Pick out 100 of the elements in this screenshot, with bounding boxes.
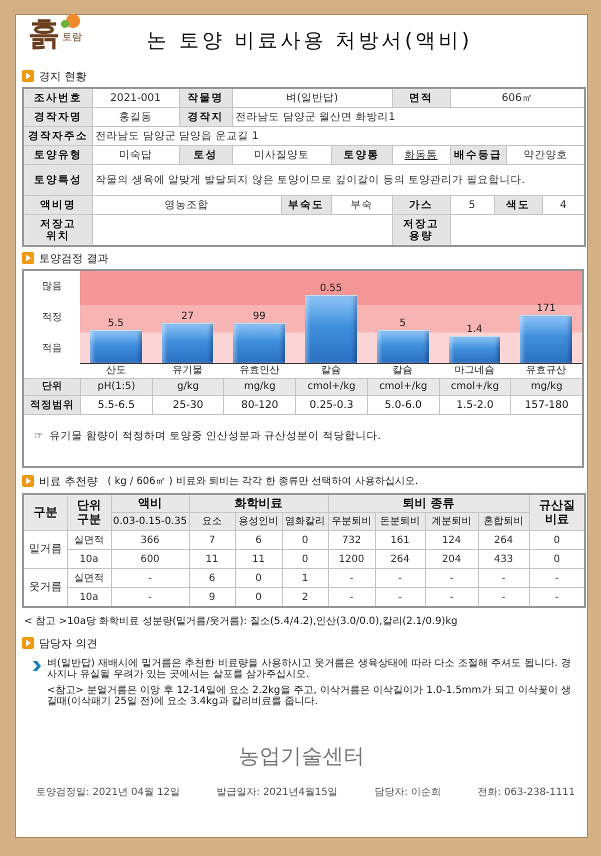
issuer-name: 농업기술센터 bbox=[238, 743, 366, 769]
table-cell: 204 bbox=[425, 550, 478, 568]
category-label: 유효규산 bbox=[525, 364, 568, 378]
field-label: 저장고 용량 bbox=[392, 214, 450, 246]
document-title: 논 토양 비료사용 처방서(액비) bbox=[146, 26, 474, 54]
field-label: 액비명 bbox=[23, 196, 92, 214]
table-cell: 0 bbox=[282, 530, 328, 550]
footer-text: 토양검정일: 2021년 04월 12일 bbox=[36, 786, 180, 799]
category-label: 칼슘 bbox=[392, 364, 414, 378]
row-header: 단위 bbox=[24, 378, 80, 395]
column-header: 단위 구분 bbox=[67, 494, 111, 530]
table-cell: 7 bbox=[189, 530, 235, 550]
reference-note: < 참고 >10a당 화학비료 성분량(밑거름/웃거름): 질소(5.4/4.2),인산(3.0/0.0),칼리(2.1/0.9)kg bbox=[24, 615, 458, 628]
row-group-label: 밑거름 bbox=[23, 530, 67, 568]
table-cell: - bbox=[375, 568, 426, 588]
range-cell: 0.25-0.3 bbox=[295, 395, 367, 414]
unit-cell: mg/kg bbox=[223, 378, 296, 395]
table-cell: 1 bbox=[282, 568, 328, 588]
play-icon bbox=[22, 637, 34, 649]
column-group-header: 액비 bbox=[111, 494, 189, 512]
pointer-mark: ☞ bbox=[34, 430, 44, 442]
field-label: 조사번호 bbox=[23, 88, 92, 108]
table-cell: 600 bbox=[111, 550, 189, 568]
value-label: 1.4 bbox=[465, 324, 484, 336]
column-header: 계분퇴비 bbox=[425, 512, 478, 530]
table-cell: 6 bbox=[235, 530, 282, 550]
field-value: 2021-001 bbox=[92, 88, 179, 108]
column-header: 혼합퇴비 bbox=[478, 512, 530, 530]
table-cell: 0 bbox=[282, 550, 328, 568]
row-unit-label: 실면적 bbox=[67, 530, 111, 550]
table-cell: 433 bbox=[478, 550, 530, 568]
field-label: 가스 bbox=[392, 196, 450, 214]
category-label: 유기물 bbox=[172, 364, 204, 378]
field-value: 부숙 bbox=[331, 196, 392, 214]
column-group-header: 퇴비 종류 bbox=[328, 494, 530, 512]
field-label: 부숙도 bbox=[281, 196, 331, 214]
row-header: 적정범위 bbox=[24, 395, 80, 414]
table-cell: - bbox=[111, 568, 189, 588]
field-label: 색도 bbox=[494, 196, 542, 214]
column-header: 규산질 비료 bbox=[529, 494, 586, 530]
table-cell: 732 bbox=[328, 530, 376, 550]
table-cell: - bbox=[328, 568, 376, 588]
footer-text: 발급일자: 2021년4월15일 bbox=[216, 786, 338, 799]
unit-cell: g/kg bbox=[152, 378, 224, 395]
footer-text: 담당자: 이순희 bbox=[374, 786, 441, 799]
value-label: 171 bbox=[536, 303, 557, 316]
range-cell: 80-120 bbox=[223, 395, 296, 414]
field-label: 토양통 bbox=[331, 146, 392, 164]
field-label: 경작지 bbox=[179, 108, 232, 126]
category-label: 마그네슘 bbox=[453, 364, 496, 378]
field-label: 경작자주소 bbox=[23, 126, 92, 146]
unit-cell: cmol+/kg bbox=[366, 378, 439, 395]
unit-cell: pH(1:5) bbox=[80, 378, 152, 395]
play-icon bbox=[22, 475, 34, 487]
field-value: 미사질양토 bbox=[232, 146, 331, 164]
field-label: 면적 bbox=[392, 88, 450, 108]
value-label: 99 bbox=[252, 310, 267, 323]
value-label: 0.55 bbox=[318, 282, 344, 295]
field-value: 홍길동 bbox=[92, 108, 179, 126]
row-unit-label: 실면적 bbox=[67, 568, 111, 588]
footer-text: 전화: 063-238-1111 bbox=[478, 786, 575, 799]
table-cell: 0 bbox=[235, 568, 282, 588]
unit-cell: mg/kg bbox=[510, 378, 582, 395]
field-label: 경작자명 bbox=[23, 108, 92, 126]
band-label: 적음 bbox=[41, 342, 63, 356]
table-cell: 264 bbox=[375, 550, 426, 568]
category-label: 산도 bbox=[104, 364, 127, 378]
band-label: 적정 bbox=[41, 311, 63, 325]
section-heading: 비료 추천량 bbox=[39, 474, 98, 488]
value-label: 27 bbox=[180, 310, 195, 323]
result-comment: 유기물 함량이 적정하며 토양중 인산성분과 규산성분이 적당합니다. bbox=[49, 428, 381, 442]
value-label: 5.5 bbox=[106, 318, 125, 330]
unit-cell: cmol+/kg bbox=[438, 378, 510, 395]
value-label: 5 bbox=[398, 318, 407, 330]
unit-note: ( kg / 606㎡ ) 비료와 퇴비는 각각 한 종류만 선택하여 사용하십시오. bbox=[108, 475, 418, 488]
column-header: 돈분퇴비 bbox=[375, 512, 426, 530]
section-heading: 경지 현황 bbox=[39, 68, 86, 84]
range-cell: 1.5-2.0 bbox=[438, 395, 510, 414]
unit-cell: cmol+/kg bbox=[295, 378, 367, 395]
table-cell: - bbox=[425, 568, 478, 588]
column-header: 염화칼리 bbox=[282, 512, 328, 530]
play-icon bbox=[22, 252, 34, 264]
field-label: 배수등급 bbox=[450, 146, 506, 164]
field-label: 작물명 bbox=[179, 88, 232, 108]
chevron-icon bbox=[32, 661, 41, 671]
table-cell: - bbox=[478, 568, 530, 588]
field-value: 영농조합 bbox=[92, 196, 281, 214]
category-label: 칼슘 bbox=[320, 364, 342, 378]
table-cell: 124 bbox=[425, 530, 478, 550]
column-header: 0.03-0.15-0.35 bbox=[111, 512, 189, 530]
field-label: 토성 bbox=[179, 146, 232, 164]
table-cell: 1200 bbox=[328, 550, 376, 568]
field-label: 토양특성 bbox=[23, 164, 92, 196]
column-header: 요소 bbox=[189, 512, 235, 530]
category-label: 유효인산 bbox=[238, 364, 280, 378]
range-cell: 5.5-6.5 bbox=[80, 395, 152, 414]
field-label: 토양유형 bbox=[23, 146, 92, 164]
play-icon bbox=[22, 70, 34, 82]
field-value: 벼(일반답) bbox=[232, 88, 392, 108]
table-cell: 161 bbox=[375, 530, 426, 550]
